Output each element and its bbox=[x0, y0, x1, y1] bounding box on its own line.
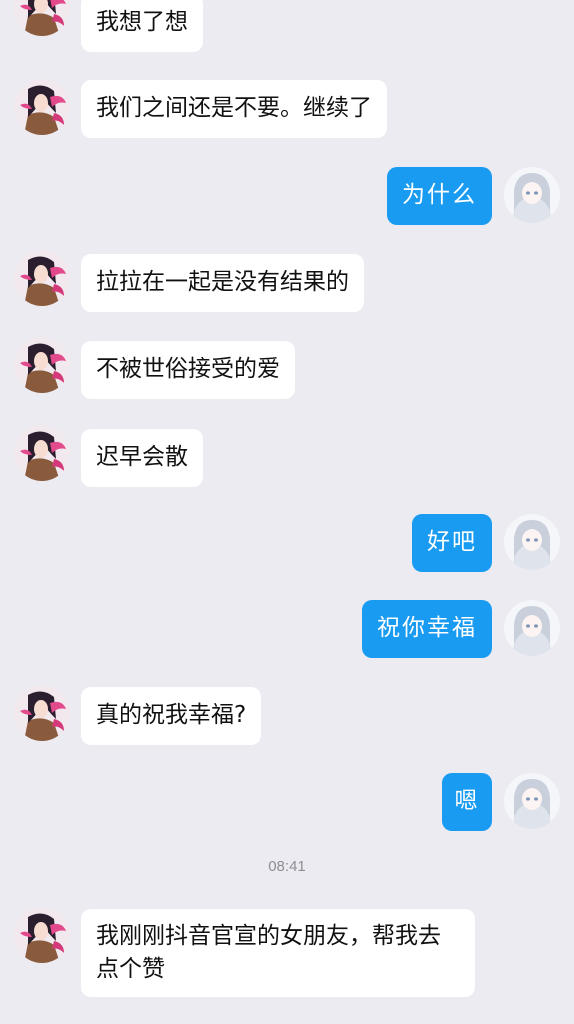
contact-avatar[interactable] bbox=[14, 337, 70, 393]
outgoing-message-bubble[interactable]: 好吧 bbox=[412, 514, 492, 572]
incoming-message-bubble[interactable]: 拉拉在一起是没有结果的 bbox=[81, 254, 364, 312]
incoming-message-bubble[interactable]: 真的祝我幸福? bbox=[81, 687, 262, 745]
anime-girl-dark-hair-avatar-icon bbox=[14, 337, 70, 393]
outgoing-message-bubble[interactable]: 嗯 bbox=[442, 773, 492, 831]
anime-girl-dark-hair-avatar-icon bbox=[14, 250, 70, 306]
incoming-message-bubble[interactable]: 不被世俗接受的爱 bbox=[81, 341, 295, 399]
anime-girl-dark-hair-avatar-icon bbox=[14, 425, 70, 481]
contact-avatar[interactable] bbox=[14, 79, 70, 135]
anime-girl-white-hair-avatar-icon bbox=[504, 167, 560, 223]
incoming-message-bubble[interactable]: 迟早会散 bbox=[81, 429, 203, 487]
anime-girl-white-hair-avatar-icon bbox=[504, 514, 560, 570]
my-avatar[interactable] bbox=[504, 600, 560, 656]
anime-girl-dark-hair-avatar-icon bbox=[14, 685, 70, 741]
anime-girl-white-hair-avatar-icon bbox=[504, 773, 560, 829]
contact-avatar[interactable] bbox=[14, 425, 70, 481]
my-avatar[interactable] bbox=[504, 514, 560, 570]
message-timestamp: 08:41 bbox=[268, 858, 306, 875]
anime-girl-white-hair-avatar-icon bbox=[504, 600, 560, 656]
outgoing-message-bubble[interactable]: 祝你幸福 bbox=[362, 600, 492, 658]
my-avatar[interactable] bbox=[504, 167, 560, 223]
contact-avatar[interactable] bbox=[14, 685, 70, 741]
incoming-message-bubble[interactable]: 我刚刚抖音官宣的女朋友，帮我去点个赞 bbox=[81, 909, 475, 997]
outgoing-message-bubble[interactable]: 为什么 bbox=[387, 167, 492, 225]
anime-girl-dark-hair-avatar-icon bbox=[14, 0, 70, 36]
anime-girl-dark-hair-avatar-icon bbox=[14, 79, 70, 135]
incoming-message-bubble[interactable]: 我想了想 bbox=[81, 0, 203, 52]
anime-girl-dark-hair-avatar-icon bbox=[14, 907, 70, 963]
my-avatar[interactable] bbox=[504, 773, 560, 829]
incoming-message-bubble[interactable]: 我们之间还是不要。继续了 bbox=[81, 80, 387, 138]
contact-avatar[interactable] bbox=[14, 250, 70, 306]
contact-avatar[interactable] bbox=[14, 0, 70, 36]
contact-avatar[interactable] bbox=[14, 907, 70, 963]
